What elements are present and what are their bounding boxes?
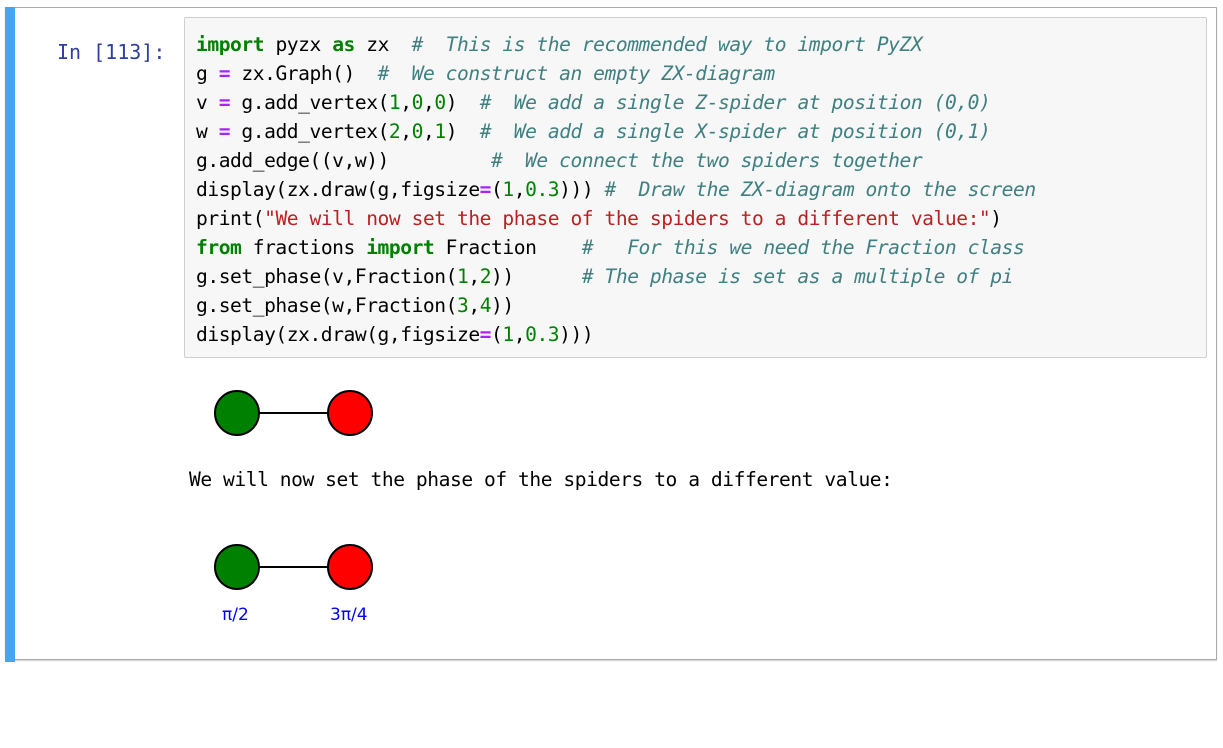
code-token: 0.3 xyxy=(525,323,560,346)
cell-selection-bar xyxy=(5,7,15,662)
code-line: g = zx.Graph() # We construct an empty Z… xyxy=(196,62,775,85)
print-output: We will now set the phase of the spiders… xyxy=(189,468,893,491)
code-token: 3 xyxy=(456,294,469,317)
code-token: # We add a single X-spider at position (… xyxy=(479,120,991,143)
code-token: 0 xyxy=(434,91,446,114)
x-spider xyxy=(327,390,373,436)
code-token: "We will now set the phase of the spider… xyxy=(264,207,991,230)
code-token: 0.3 xyxy=(525,178,560,201)
code-token: , xyxy=(468,265,480,288)
code-token: , xyxy=(513,178,526,201)
z-spider xyxy=(214,390,260,436)
code-token: pyzx xyxy=(264,33,333,56)
code-token: g.set_phase(v,Fraction( xyxy=(196,265,457,288)
code-token: 1 xyxy=(502,323,514,346)
code-token: as xyxy=(332,33,355,56)
zx-diagram-output-1 xyxy=(204,384,384,448)
code-line: from fractions import Fraction # For thi… xyxy=(196,236,1025,259)
code-token: 2 xyxy=(388,120,401,143)
zx-diagram-1-svg xyxy=(214,390,373,436)
code-token: 1 xyxy=(502,178,514,201)
code-token: print( xyxy=(196,207,265,230)
code-token: from xyxy=(196,236,242,259)
code-token: # The phase is set as a multiple of pi xyxy=(581,265,1014,288)
code-line: g.set_phase(w,Fraction(3,4)) xyxy=(196,294,514,317)
code-token: g.add_vertex( xyxy=(230,91,389,114)
code-token: # For this we need the Fraction class xyxy=(581,236,1025,259)
code-text[interactable]: import pyzx as zx # This is the recommen… xyxy=(196,30,1036,349)
code-token: display(zx.draw(g,figsize xyxy=(196,178,480,201)
code-token: = xyxy=(218,62,231,85)
code-token: # We construct an empty ZX-diagram xyxy=(377,62,776,85)
code-line: v = g.add_vertex(1,0,0) # We add a singl… xyxy=(196,91,991,114)
code-editor[interactable]: import pyzx as zx # This is the recommen… xyxy=(184,17,1207,358)
input-prompt: In [113]: xyxy=(57,40,166,64)
code-token: display(zx.draw(g,figsize xyxy=(196,323,480,346)
code-token: 0 xyxy=(411,120,424,143)
code-token: fractions xyxy=(241,236,367,259)
code-token: import xyxy=(196,33,265,56)
code-token: # This is the recommended way to import … xyxy=(411,33,923,56)
code-token: )) xyxy=(491,265,582,288)
code-token: = xyxy=(479,178,492,201)
code-line: w = g.add_vertex(2,0,1) # We add a singl… xyxy=(196,120,991,143)
code-token: Fraction xyxy=(434,236,582,259)
code-token: w xyxy=(196,120,219,143)
zx-diagram-2-svg xyxy=(214,544,373,590)
code-token: g.add_edge((v,w)) xyxy=(196,149,492,172)
code-token: 1 xyxy=(456,265,469,288)
code-token: g.add_vertex( xyxy=(230,120,389,143)
notebook-cell[interactable]: In [113]: import pyzx as zx # This is th… xyxy=(5,7,1217,662)
code-token: g.set_phase(w,Fraction( xyxy=(196,294,457,317)
code-token: import xyxy=(366,236,435,259)
z-spider xyxy=(214,544,260,590)
code-token: ) xyxy=(445,120,480,143)
code-token: 0 xyxy=(411,91,424,114)
code-line: print("We will now set the phase of the … xyxy=(196,207,1002,230)
code-token: , xyxy=(513,323,526,346)
code-token: # Draw the ZX-diagram onto the screen xyxy=(604,178,1037,201)
code-token: zx xyxy=(354,33,412,56)
code-token: v xyxy=(196,91,219,114)
code-line: g.set_phase(v,Fraction(1,2)) # The phase… xyxy=(196,265,1013,288)
code-token: = xyxy=(218,91,231,114)
code-token: ( xyxy=(491,323,503,346)
code-line: import pyzx as zx # This is the recommen… xyxy=(196,33,923,56)
code-token: ( xyxy=(491,178,503,201)
code-token: )) xyxy=(559,323,582,346)
code-token: , xyxy=(468,294,480,317)
zx-diagram-output-2 xyxy=(204,539,384,603)
code-token: 1 xyxy=(388,91,401,114)
code-token: # We connect the two spiders together xyxy=(491,149,923,172)
code-token: # We add a single Z-spider at position (… xyxy=(479,91,991,114)
code-token: = xyxy=(479,323,492,346)
code-token: ) xyxy=(581,323,594,346)
x-spider xyxy=(327,544,373,590)
x-spider-phase-label: 3π/4 xyxy=(330,605,368,625)
code-line: display(zx.draw(g,figsize=(1,0.3))) # Dr… xyxy=(196,178,1036,201)
code-token: , xyxy=(423,91,435,114)
code-token: ) xyxy=(990,207,1002,230)
code-token: 2 xyxy=(479,265,492,288)
code-token: ) xyxy=(445,91,480,114)
code-line: display(zx.draw(g,figsize=(1,0.3))) xyxy=(196,323,594,346)
code-line: g.add_edge((v,w)) # We connect the two s… xyxy=(196,149,923,172)
code-token: , xyxy=(400,120,412,143)
code-token: zx.Graph() xyxy=(230,62,378,85)
z-spider-phase-label: π/2 xyxy=(222,605,249,625)
code-token: 1 xyxy=(434,120,446,143)
code-token: = xyxy=(218,120,231,143)
code-token: ))) xyxy=(559,178,605,201)
code-token: 4 xyxy=(479,294,492,317)
code-token: g xyxy=(196,62,219,85)
code-token: , xyxy=(423,120,435,143)
code-token: , xyxy=(400,91,412,114)
code-token: )) xyxy=(491,294,514,317)
